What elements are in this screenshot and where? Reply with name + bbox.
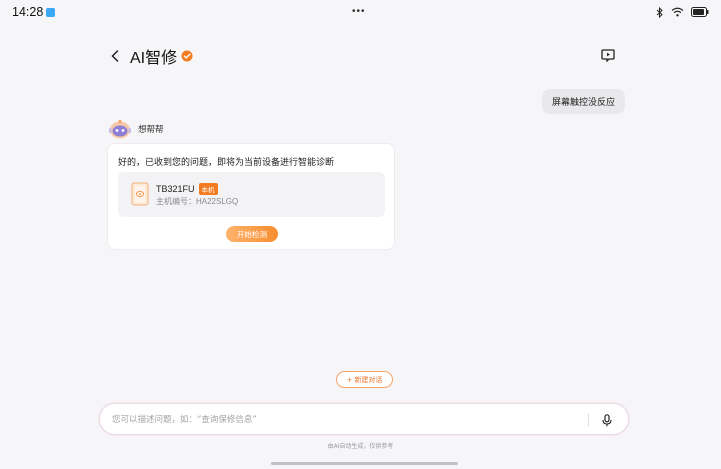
- bot-message-card: 好的，已收到您的问题，即将为当前设备进行智能诊断 TB321FU 本机 主机编号…: [107, 143, 395, 250]
- device-model: TB321FU: [156, 184, 195, 194]
- start-diagnosis-button[interactable]: 开始检测: [226, 226, 278, 242]
- device-info-card[interactable]: TB321FU 本机 主机编号：HA22SLGQ: [118, 172, 385, 217]
- page-title: AI智修: [130, 50, 178, 67]
- device-serial: 主机编号：HA22SLGQ: [156, 197, 239, 206]
- plus-icon: +: [346, 375, 353, 384]
- ai-disclaimer: 由AI自动生成，仅供参考: [327, 443, 394, 450]
- battery-icon: [691, 7, 709, 17]
- device-model-row: TB321FU 本机: [156, 183, 218, 195]
- wifi-icon: [671, 7, 684, 17]
- this-device-badge: 本机: [198, 183, 218, 195]
- back-button[interactable]: [108, 46, 122, 66]
- new-chat-button[interactable]: + 新建对话: [336, 371, 393, 388]
- chat-input-bar: [99, 403, 629, 435]
- microphone-icon: [602, 413, 612, 426]
- home-indicator[interactable]: [271, 462, 458, 465]
- chevron-left-icon: [111, 50, 119, 62]
- bluetooth-icon: [656, 6, 664, 18]
- multitask-dots[interactable]: •••: [352, 6, 366, 17]
- verified-badge-icon: [181, 50, 193, 62]
- input-divider: [588, 413, 589, 427]
- status-time: 14:28: [12, 5, 44, 19]
- new-chat-label: 新建对话: [354, 375, 383, 384]
- status-left: 14:28: [12, 5, 56, 19]
- chat-input[interactable]: [112, 412, 582, 428]
- bot-avatar-icon: [109, 120, 131, 139]
- device-icon: [131, 182, 149, 206]
- user-message-bubble: 屏幕触控没反应: [541, 89, 625, 114]
- voice-input-button[interactable]: [600, 412, 614, 428]
- bot-name: 想帮帮: [138, 125, 164, 135]
- header: AI智修: [108, 44, 617, 68]
- chat-history-icon: [601, 48, 615, 62]
- bot-message-text: 好的，已收到您的问题，即将为当前设备进行智能诊断: [118, 158, 335, 168]
- app-notification-icon: [46, 7, 56, 17]
- bot-header: 想帮帮: [108, 118, 164, 140]
- status-right: [656, 6, 709, 18]
- chat-history-button[interactable]: [599, 46, 617, 64]
